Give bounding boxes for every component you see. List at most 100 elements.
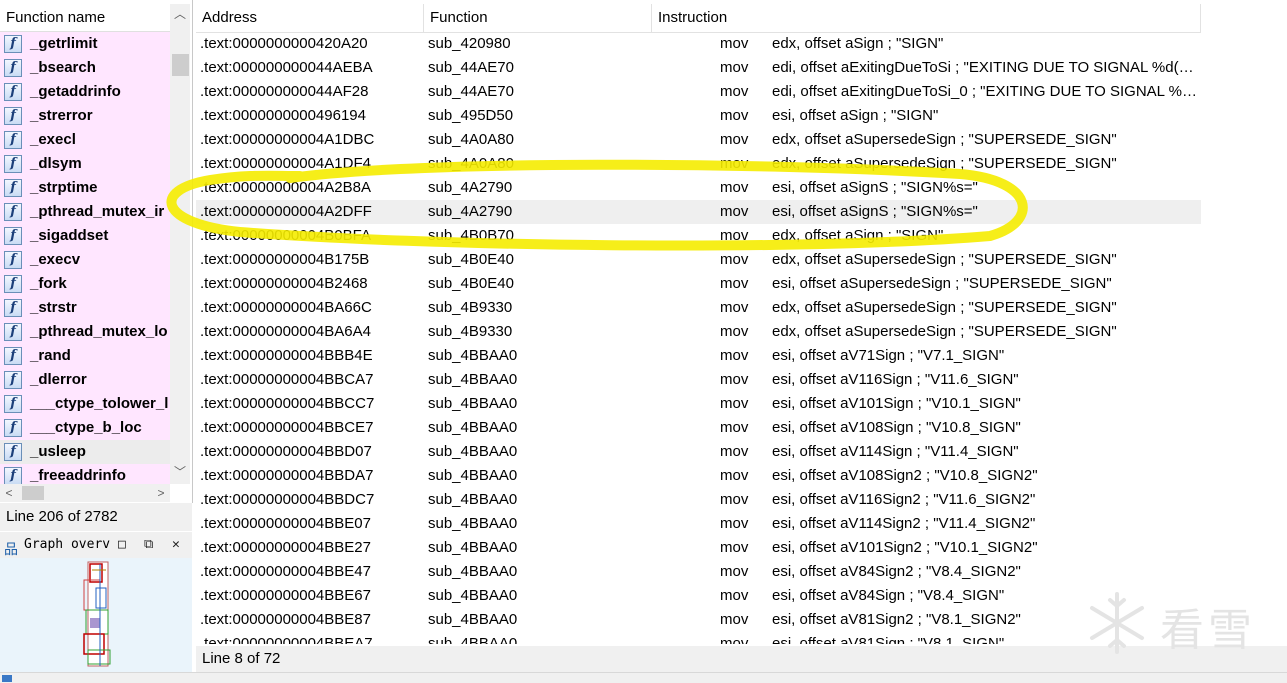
function-cell: sub_44AE70 [428, 59, 514, 76]
column-header-address[interactable]: Address [196, 4, 424, 32]
function-list-item[interactable]: f _getaddrinfo [0, 80, 170, 104]
mnemonic-cell: mov [720, 395, 749, 412]
mnemonic-cell: mov [720, 323, 749, 340]
mnemonic-cell: mov [720, 515, 749, 532]
scroll-left-arrow-icon[interactable]: < [0, 484, 18, 502]
function-icon: f [4, 443, 22, 461]
vertical-scroll-thumb[interactable] [172, 54, 189, 76]
address-cell: .text:00000000004BBB4E [200, 347, 373, 364]
function-icon: f [4, 251, 22, 269]
operands-cell: edx, offset aSupersedeSign ; "SUPERSEDE_… [772, 131, 1117, 148]
function-cell: sub_4BBAA0 [428, 371, 518, 388]
function-list-item[interactable]: f _freeaddrinfo [0, 464, 170, 484]
mnemonic-cell: mov [720, 635, 749, 644]
table-row[interactable]: .text:00000000004BBCC7 sub_4BBAA0 mov esi, … [196, 392, 1287, 416]
function-list-item[interactable]: f _strerror [0, 104, 170, 128]
function-name-label: _bsearch [30, 59, 96, 76]
function-name-label: _fork [30, 275, 67, 292]
table-row[interactable]: .text:00000000004BBCA7 sub_4BBAA0 mov esi, … [196, 368, 1287, 392]
function-list-vertical-scrollbar[interactable]: ︿ ﹀ [170, 4, 190, 484]
function-list-horizontal-scrollbar[interactable]: < > [0, 484, 170, 502]
scroll-up-arrow-icon[interactable]: ︿ [170, 4, 190, 24]
function-cell: sub_4A2790 [428, 203, 513, 220]
function-list-item[interactable]: f _getrlimit [0, 32, 170, 56]
table-row[interactable]: .text:00000000004BA6A4 sub_4B9330 mov edx, … [196, 320, 1287, 344]
function-list-item[interactable]: f _strstr [0, 296, 170, 320]
table-row[interactable]: .text:000000000044AF28 sub_44AE70 mov edi, … [196, 80, 1287, 104]
function-list-item[interactable]: f ___ctype_tolower_l [0, 392, 170, 416]
mnemonic-cell: mov [720, 371, 749, 388]
table-row[interactable]: .text:00000000004A1DBC sub_4A0A80 mov edx, … [196, 128, 1287, 152]
mnemonic-cell: mov [720, 155, 749, 172]
graph-overview-title: Graph overview [24, 537, 110, 552]
function-list-item[interactable]: f _dlerror [0, 368, 170, 392]
function-list-item[interactable]: f _execl [0, 128, 170, 152]
table-row[interactable]: .text:00000000004B175B sub_4B0E40 mov edx, … [196, 248, 1287, 272]
table-row[interactable]: .text:00000000004BA66C sub_4B9330 mov edx, … [196, 296, 1287, 320]
table-row[interactable]: .text:00000000004B2468 sub_4B0E40 mov esi, … [196, 272, 1287, 296]
graph-overview-canvas[interactable] [0, 558, 192, 672]
table-row[interactable]: .text:00000000004A2B8A sub_4A2790 mov esi, … [196, 176, 1287, 200]
mnemonic-cell: mov [720, 611, 749, 628]
operands-cell: esi, offset aV108Sign ; "V10.8_SIGN" [772, 419, 1021, 436]
scroll-down-arrow-icon[interactable]: ﹀ [170, 462, 190, 482]
operands-cell: esi, offset aV116Sign2 ; "V11.6_SIGN2" [772, 491, 1036, 508]
table-row[interactable]: .text:00000000004B0BFA sub_4B0B70 mov edx, … [196, 224, 1287, 248]
table-row[interactable]: .text:00000000004A2DFF sub_4A2790 mov esi, … [196, 200, 1201, 224]
function-list[interactable]: f _getrlimit f _bsearch f _getaddrinfo f _strer… [0, 32, 170, 484]
function-name-column-header[interactable]: Function name [0, 4, 170, 32]
operands-cell: esi, offset aV101Sign ; "V10.1_SIGN" [772, 395, 1021, 412]
function-list-item[interactable]: f _usleep [0, 440, 170, 464]
mnemonic-cell: mov [720, 107, 749, 124]
function-list-item[interactable]: f _strptime [0, 176, 170, 200]
function-list-item[interactable]: f _fork [0, 272, 170, 296]
column-header-instruction[interactable]: Instruction [652, 4, 1201, 32]
table-row[interactable]: .text:0000000000420A20 sub_420980 mov edx, … [196, 32, 1287, 56]
function-cell: sub_4A2790 [428, 179, 513, 196]
table-row[interactable]: .text:00000000004BBB4E sub_4BBAA0 mov esi, … [196, 344, 1287, 368]
scroll-right-arrow-icon[interactable]: > [152, 484, 170, 502]
table-row[interactable]: .text:00000000004BBDA7 sub_4BBAA0 mov esi, … [196, 464, 1287, 488]
table-row[interactable]: .text:00000000004BBE27 sub_4BBAA0 mov esi, … [196, 536, 1287, 560]
function-list-item[interactable]: f ___ctype_b_loc [0, 416, 170, 440]
column-header-function[interactable]: Function [424, 4, 652, 32]
function-icon: f [4, 347, 22, 365]
mnemonic-cell: mov [720, 275, 749, 292]
table-row[interactable]: .text:00000000004BBD07 sub_4BBAA0 mov esi, … [196, 440, 1287, 464]
function-name-label: _getrlimit [30, 35, 98, 52]
table-row[interactable]: .text:00000000004BBDC7 sub_4BBAA0 mov esi, … [196, 488, 1287, 512]
horizontal-scroll-thumb[interactable] [22, 486, 44, 500]
table-row[interactable]: .text:00000000004A1DF4 sub_4A0A80 mov edx, … [196, 152, 1287, 176]
function-name-label: ___ctype_tolower_l [30, 395, 169, 412]
function-list-item[interactable]: f _sigaddset [0, 224, 170, 248]
restore-window-icon[interactable]: □ [118, 532, 126, 558]
address-cell: .text:00000000004BBE47 [200, 563, 371, 580]
function-list-status: Line 206 of 2782 [0, 503, 192, 531]
mnemonic-cell: mov [720, 83, 749, 100]
operands-cell: esi, offset aV71Sign ; "V7.1_SIGN" [772, 347, 1005, 364]
function-cell: sub_495D50 [428, 107, 514, 124]
float-window-icon[interactable]: ⧉ [144, 532, 153, 558]
function-list-item[interactable]: f _bsearch [0, 56, 170, 80]
function-list-item[interactable]: f _pthread_mutex_lo [0, 320, 170, 344]
function-name-label: _strerror [30, 107, 93, 124]
function-list-item[interactable]: f _execv [0, 248, 170, 272]
operands-cell: esi, offset aSign ; "SIGN" [772, 107, 939, 124]
table-row[interactable]: .text:00000000004BBE07 sub_4BBAA0 mov esi, … [196, 512, 1287, 536]
function-list-item[interactable]: f _dlsym [0, 152, 170, 176]
function-list-item[interactable]: f _rand [0, 344, 170, 368]
function-icon: f [4, 323, 22, 341]
function-name-label: _strstr [30, 299, 77, 316]
function-list-item[interactable]: f _pthread_mutex_ir [0, 200, 170, 224]
table-row[interactable]: .text:0000000000496194 sub_495D50 mov esi, … [196, 104, 1287, 128]
close-window-icon[interactable]: ✕ [172, 532, 180, 558]
table-row[interactable]: .text:00000000004BBE47 sub_4BBAA0 mov esi, … [196, 560, 1287, 584]
function-cell: sub_4B9330 [428, 323, 513, 340]
output-window-icon [2, 675, 12, 682]
table-row[interactable]: .text:000000000044AEBA sub_44AE70 mov edi, … [196, 56, 1287, 80]
table-row[interactable]: .text:00000000004BBCE7 sub_4BBAA0 mov esi, … [196, 416, 1287, 440]
mnemonic-cell: mov [720, 587, 749, 604]
function-cell: sub_4BBAA0 [428, 419, 518, 436]
mnemonic-cell: mov [720, 227, 749, 244]
operands-cell: edi, offset aExitingDueToSi ; "EXITING D… [772, 59, 1198, 76]
